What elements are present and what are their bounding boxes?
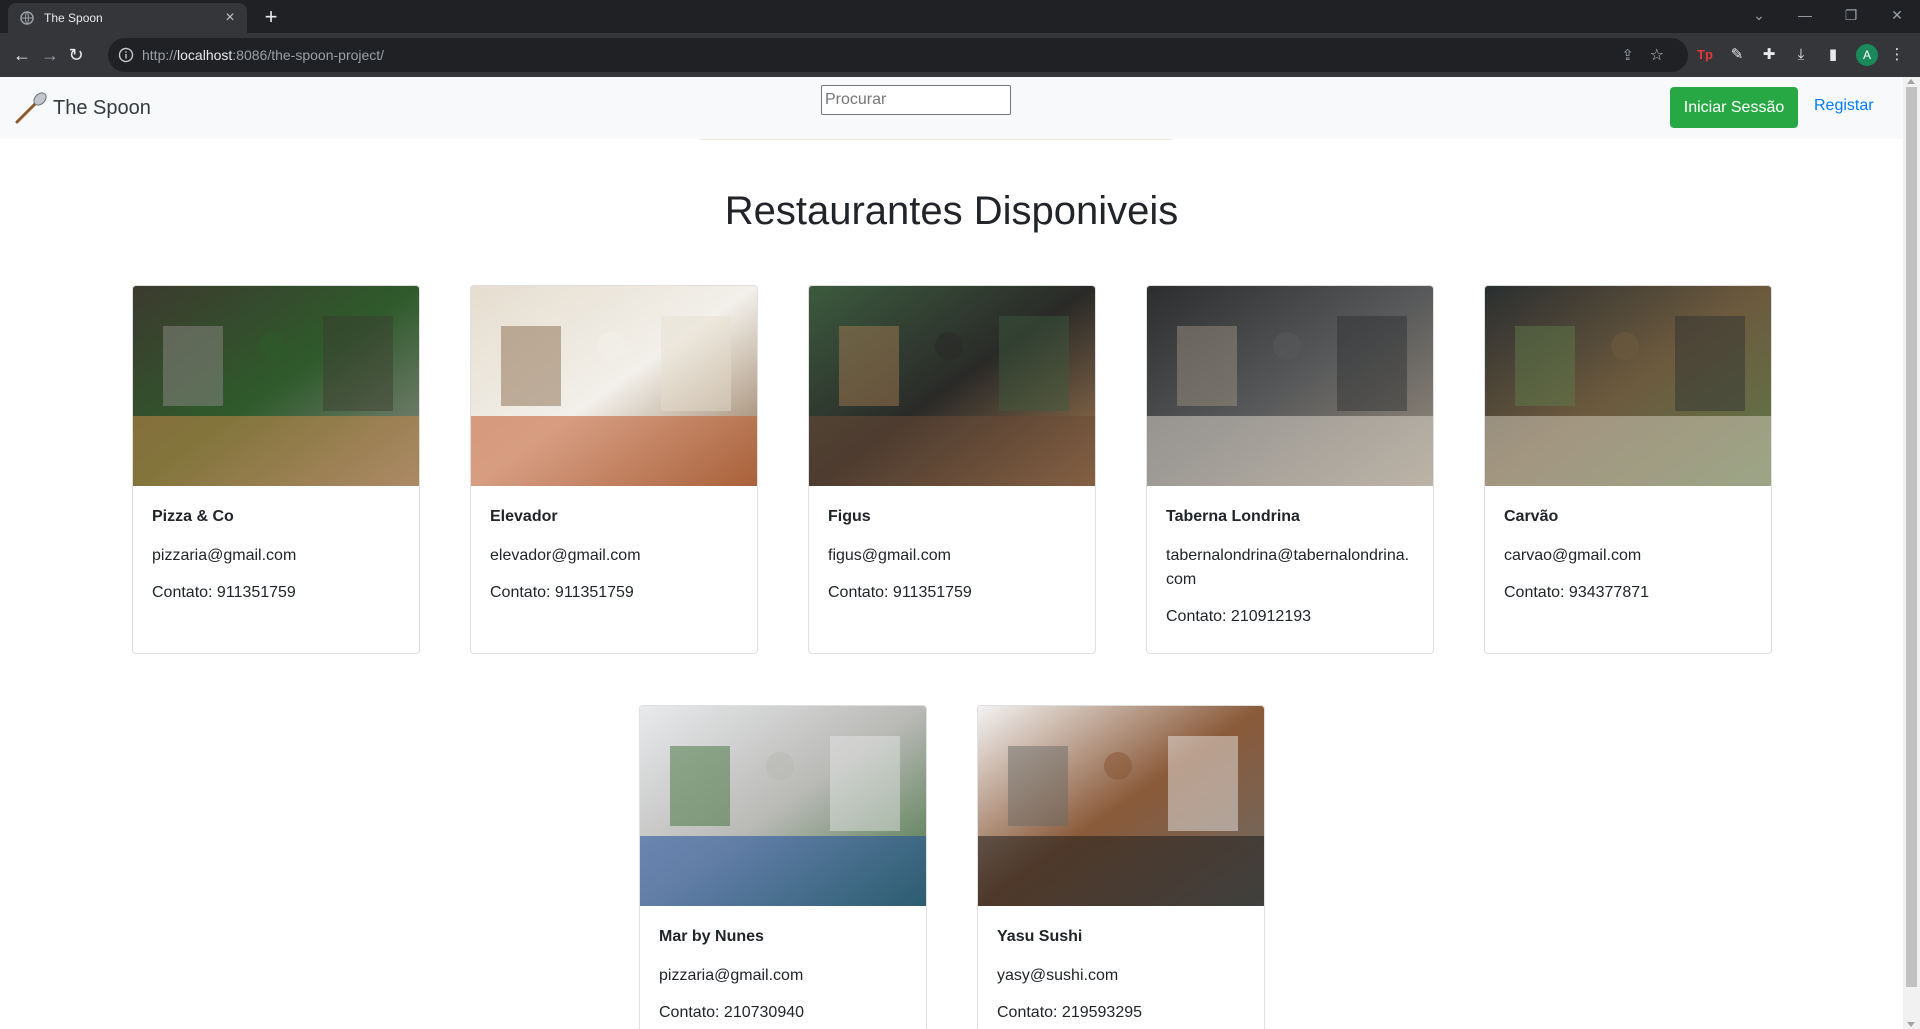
brand-name: The Spoon <box>53 96 151 119</box>
chevron-down-icon[interactable]: ⌄ <box>1736 0 1782 30</box>
restaurant-phone: Contato: 219593295 <box>997 1004 1143 1021</box>
globe-icon <box>20 11 34 25</box>
card-body: Taberna Londrina tabernalondrina@tabernal… <box>1147 486 1433 646</box>
scrollbar[interactable] <box>1903 77 1920 1029</box>
restaurant-photo <box>1485 286 1771 486</box>
restaurant-phone: Contato: 911351759 <box>490 584 634 601</box>
restaurant-photo <box>471 286 757 486</box>
reload-icon[interactable]: ↻ <box>62 41 90 69</box>
scroll-down-arrow[interactable] <box>1907 1022 1915 1027</box>
restore-icon[interactable]: ❐ <box>1828 0 1874 30</box>
browser-toolbar: ← → ↻ http://localhost:8086/the-spoon-pr… <box>0 33 1920 77</box>
address-bar[interactable]: http://localhost:8086/the-spoon-project/… <box>108 38 1688 72</box>
bookmark-star-icon[interactable]: ☆ <box>1650 45 1664 65</box>
register-link[interactable]: Registar <box>1814 97 1874 115</box>
close-window-icon[interactable]: ✕ <box>1874 0 1920 30</box>
restaurant-card[interactable]: Pizza & Co pizzaria@gmail.com Contato: 911… <box>132 285 420 654</box>
restaurant-card[interactable]: Taberna Londrina tabernalondrina@tabernal… <box>1146 285 1434 654</box>
restaurant-card[interactable]: Yasu Sushi yasy@sushi.com Contato: 2195932… <box>977 705 1265 1029</box>
restaurant-name: Mar by Nunes <box>659 928 764 945</box>
restaurant-email: pizzaria@gmail.com <box>152 547 297 564</box>
brand-link[interactable]: The Spoon <box>14 91 151 125</box>
extension-tp-icon[interactable]: Tp <box>1694 44 1716 66</box>
url-text: http://localhost:8086/the-spoon-project/ <box>142 47 385 63</box>
divider <box>700 139 1172 140</box>
card-body: Yasu Sushi yasy@sushi.com Contato: 2195932… <box>978 906 1264 1029</box>
tab-title: The Spoon <box>44 11 103 25</box>
page-title: Restaurantes Disponiveis <box>724 189 1179 233</box>
restaurant-phone: Contato: 210730940 <box>659 1004 805 1021</box>
browser-tab[interactable]: The Spoon × <box>8 3 247 33</box>
restaurant-card[interactable]: Figus figus@gmail.com Contato: 911351759 <box>808 285 1096 654</box>
puzzle-extensions-icon[interactable]: ✚ <box>1758 44 1780 66</box>
new-tab-button[interactable]: + <box>258 4 284 30</box>
login-button[interactable]: Iniciar Sessão <box>1670 87 1798 128</box>
browser-tab-bar: The Spoon × + ⌄ — ❐ ✕ <box>0 0 1920 33</box>
restaurant-photo <box>133 286 419 486</box>
scrollbar-thumb[interactable] <box>1906 87 1917 987</box>
card-body: Figus figus@gmail.com Contato: 911351759 <box>809 486 1095 622</box>
restaurant-email: pizzaria@gmail.com <box>659 967 804 984</box>
restaurant-phone: Contato: 911351759 <box>828 584 972 601</box>
menu-kebab-icon[interactable]: ⋮ <box>1886 44 1908 66</box>
minimize-icon[interactable]: — <box>1782 0 1828 30</box>
side-panel-icon[interactable]: ▮ <box>1822 44 1844 66</box>
restaurant-name: Taberna Londrina <box>1166 508 1300 525</box>
profile-avatar[interactable]: A <box>1856 44 1878 66</box>
restaurant-name: Figus <box>828 508 871 525</box>
download-icon[interactable]: ⤓ <box>1790 44 1812 66</box>
restaurant-photo <box>1147 286 1433 486</box>
restaurant-phone: Contato: 934377871 <box>1504 584 1650 601</box>
restaurant-photo <box>978 706 1264 906</box>
restaurant-card[interactable]: Mar by Nunes pizzaria@gmail.com Contato: 2… <box>639 705 927 1029</box>
restaurant-email: carvao@gmail.com <box>1504 547 1642 564</box>
restaurant-email: tabernalondrina@tabernalondrina.com <box>1166 547 1410 588</box>
restaurant-card[interactable]: Carvão carvao@gmail.com Contato: 934377871 <box>1484 285 1772 654</box>
back-icon[interactable]: ← <box>8 41 36 69</box>
spoon-icon <box>15 92 47 124</box>
restaurant-phone: Contato: 911351759 <box>152 584 296 601</box>
restaurant-name: Yasu Sushi <box>997 928 1083 945</box>
scroll-up-arrow[interactable] <box>1907 79 1915 84</box>
close-tab-icon[interactable]: × <box>221 9 239 27</box>
eyedropper-icon[interactable]: ✎ <box>1726 44 1748 66</box>
site-navbar: The Spoon Iniciar Sessão Registar <box>0 77 1903 139</box>
restaurant-photo <box>809 286 1095 486</box>
restaurant-email: figus@gmail.com <box>828 547 951 564</box>
restaurant-name: Elevador <box>490 508 558 525</box>
card-body: Pizza & Co pizzaria@gmail.com Contato: 911… <box>133 486 419 622</box>
info-icon[interactable] <box>118 47 134 63</box>
share-icon[interactable]: ⇪ <box>1621 46 1634 64</box>
restaurant-card[interactable]: Elevador elevador@gmail.com Contato: 91135… <box>470 285 758 654</box>
card-body: Elevador elevador@gmail.com Contato: 91135… <box>471 486 757 622</box>
card-body: Carvão carvao@gmail.com Contato: 934377871 <box>1485 486 1771 622</box>
window-controls: ⌄ — ❐ ✕ <box>1736 0 1920 30</box>
restaurant-email: yasy@sushi.com <box>997 967 1119 984</box>
page-viewport: The Spoon Iniciar Sessão Registar Restau… <box>0 77 1920 1029</box>
restaurant-name: Carvão <box>1504 508 1559 525</box>
restaurant-email: elevador@gmail.com <box>490 547 641 564</box>
search-input[interactable] <box>821 85 1011 115</box>
card-body: Mar by Nunes pizzaria@gmail.com Contato: 2… <box>640 906 926 1029</box>
forward-icon[interactable]: → <box>36 41 64 69</box>
restaurant-photo <box>640 706 926 906</box>
restaurant-phone: Contato: 210912193 <box>1166 608 1312 625</box>
restaurant-name: Pizza & Co <box>152 508 234 525</box>
